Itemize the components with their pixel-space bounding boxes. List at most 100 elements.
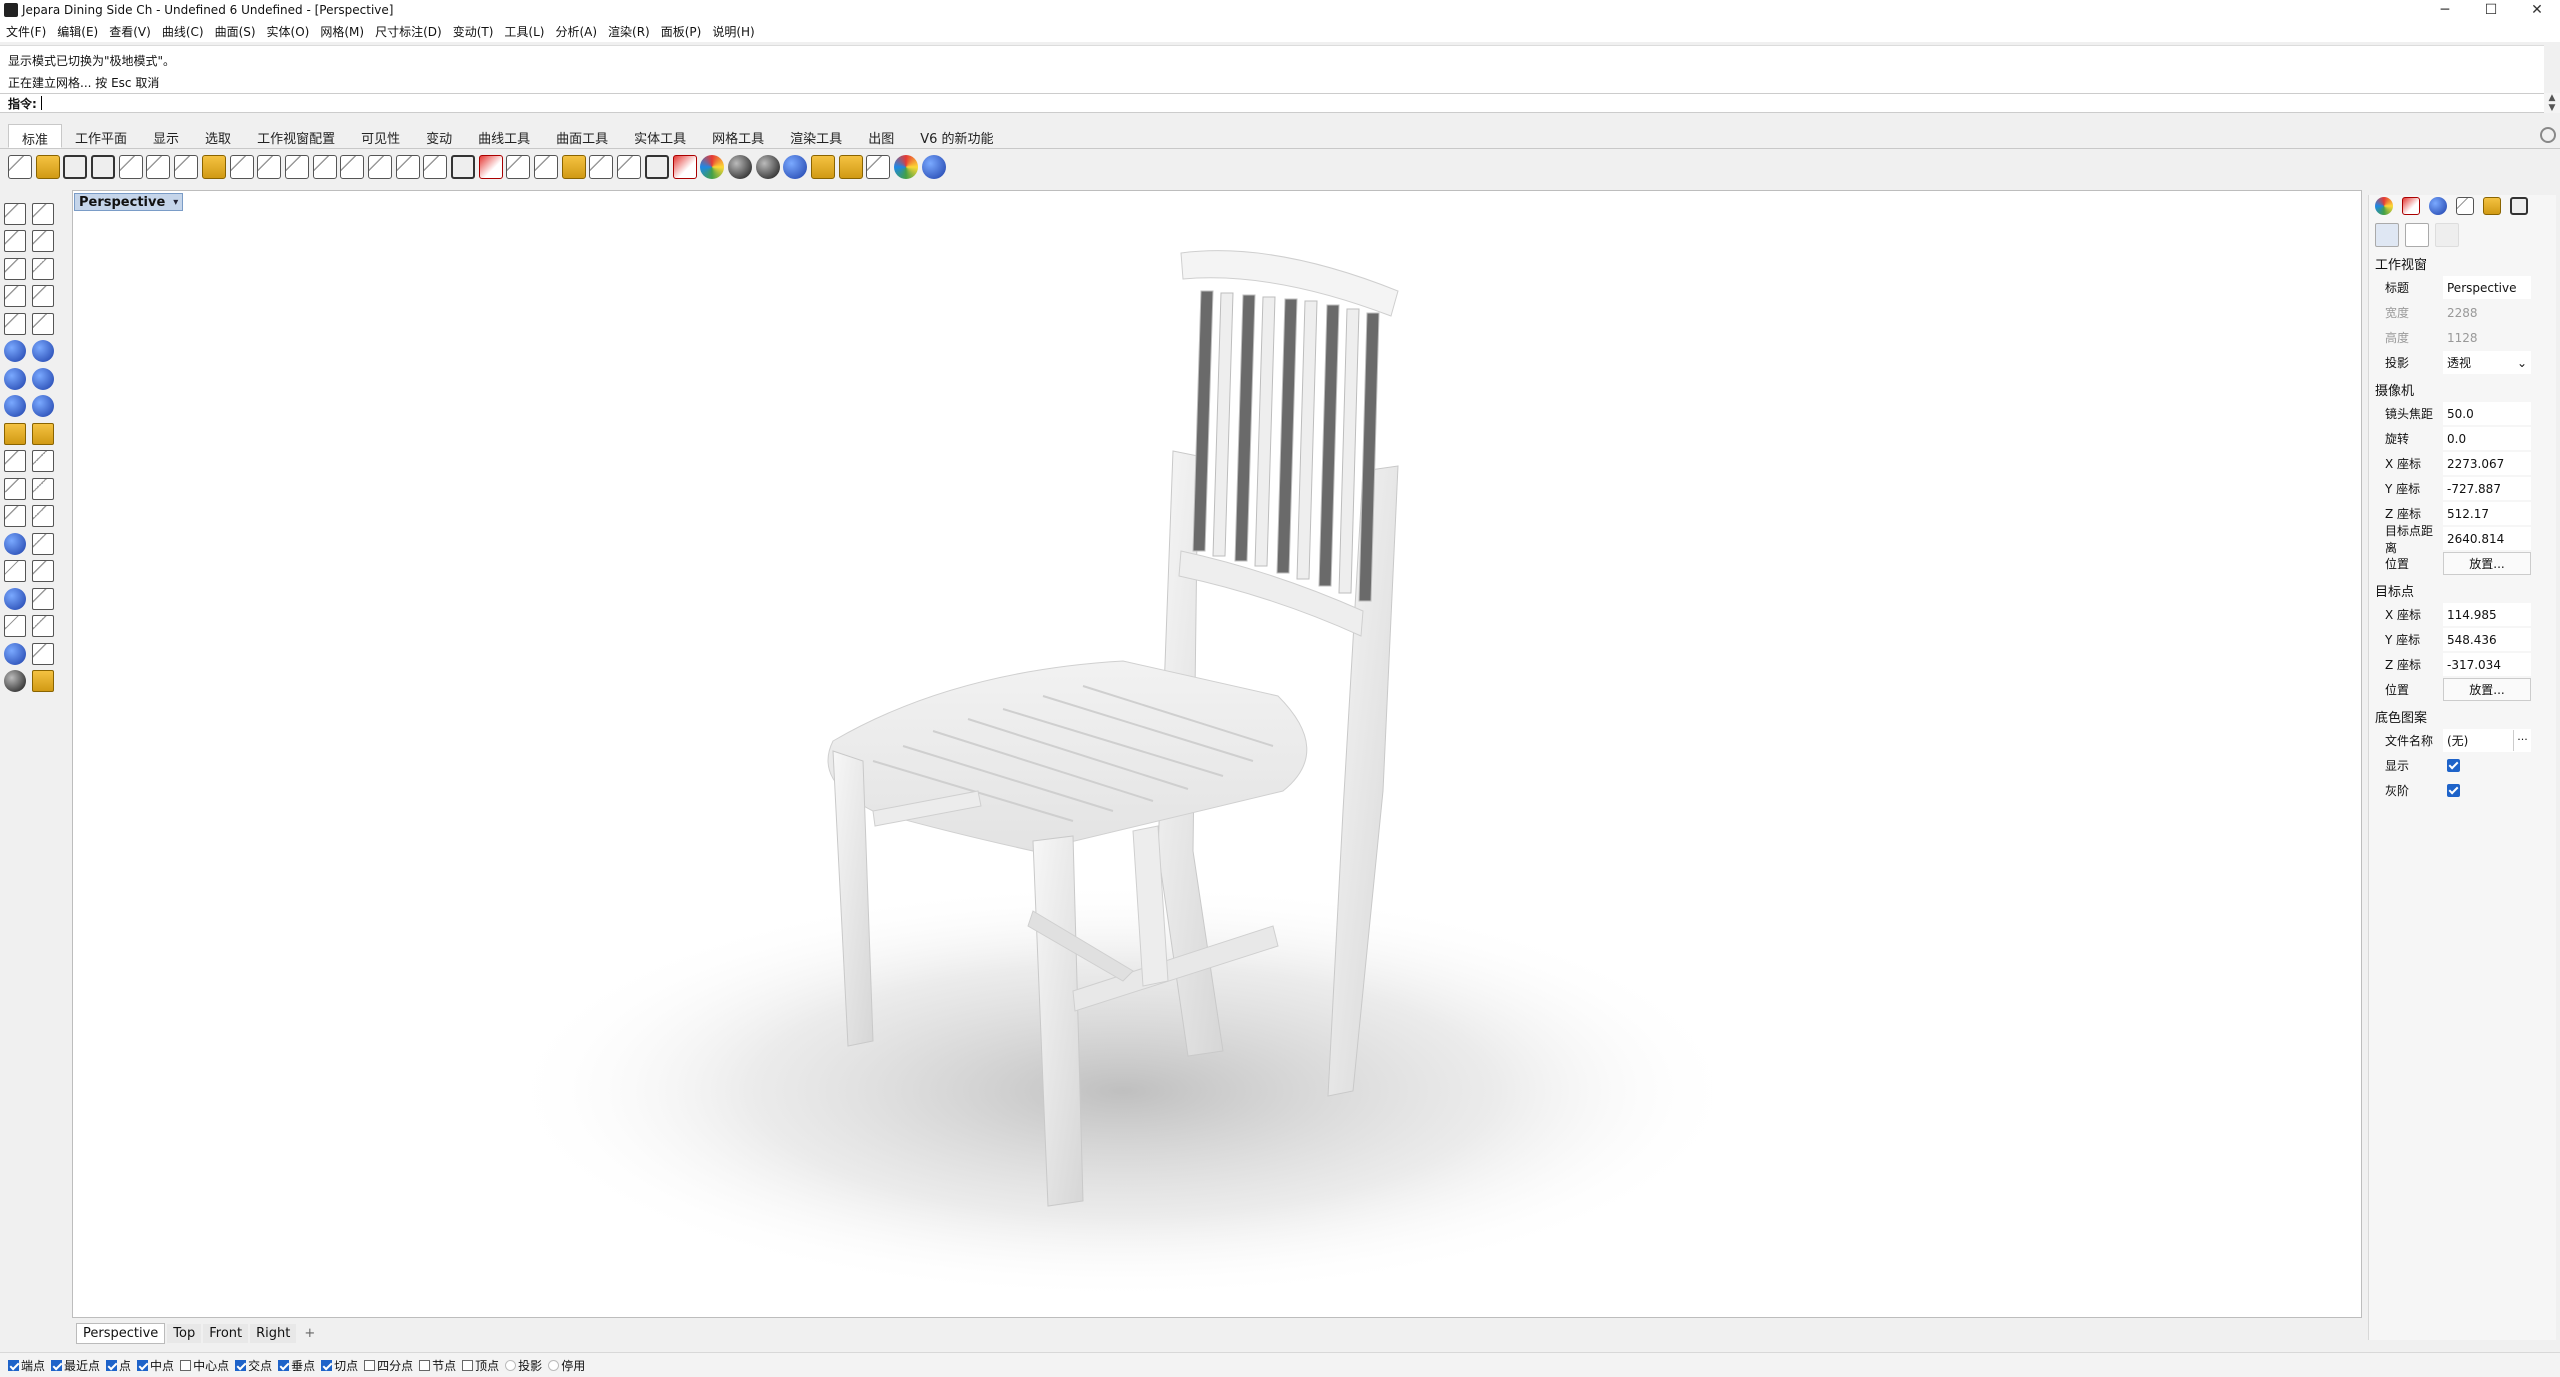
boolean-union-icon[interactable] — [32, 367, 54, 390]
curve-icon[interactable] — [32, 230, 54, 253]
grayscale-checkbox[interactable] — [2447, 784, 2460, 797]
osnap-checkbox[interactable] — [235, 1359, 247, 1371]
osnap-disable[interactable]: 停用 — [548, 1357, 585, 1374]
camera-icon[interactable] — [2375, 223, 2399, 247]
tab-viewport-layout[interactable]: 工作视窗配置 — [244, 124, 348, 148]
polygon-icon[interactable] — [4, 312, 26, 335]
explode-icon[interactable] — [32, 477, 54, 500]
osnap-checkbox[interactable] — [278, 1359, 290, 1371]
add-viewport-icon[interactable]: + — [298, 1326, 321, 1341]
analyze-icon[interactable] — [4, 642, 26, 665]
place-target-button[interactable]: 放置... — [2443, 678, 2531, 701]
cut-icon[interactable] — [146, 155, 171, 179]
mirror-icon[interactable] — [32, 560, 54, 583]
plugin-globe-icon[interactable] — [894, 155, 918, 179]
osnap-radio[interactable] — [548, 1359, 560, 1371]
mesh-icon[interactable] — [4, 422, 26, 445]
loft-icon[interactable] — [32, 340, 54, 363]
osnap-checkbox[interactable] — [137, 1359, 149, 1371]
menu-solid[interactable]: 实体(O) — [267, 23, 310, 40]
tab-curve-tools[interactable]: 曲线工具 — [465, 124, 543, 148]
tab-surface-tools[interactable]: 曲面工具 — [543, 124, 621, 148]
check-icon[interactable] — [32, 642, 54, 665]
target-y-field[interactable]: 548.436 — [2443, 628, 2531, 651]
tab-standard[interactable]: 标准 — [8, 124, 63, 148]
tab-cplanes[interactable]: 工作平面 — [62, 124, 140, 148]
tab-new-in-v6[interactable]: V6 的新功能 — [907, 124, 1006, 148]
undo-icon[interactable] — [229, 155, 254, 179]
perspective-viewport[interactable]: Perspective ▾ — [72, 190, 2362, 1318]
extrude-icon[interactable] — [4, 395, 26, 418]
osnap-mid[interactable]: 中点 — [137, 1357, 174, 1374]
layout-icon[interactable] — [478, 155, 503, 179]
object-properties-icon[interactable] — [506, 155, 531, 179]
maximize-button[interactable]: ☐ — [2468, 0, 2514, 20]
copy-icon[interactable] — [174, 155, 199, 179]
osnap-near[interactable]: 最近点 — [51, 1357, 100, 1374]
target-z-field[interactable]: -317.034 — [2443, 653, 2531, 676]
select-arrow-icon[interactable] — [4, 202, 26, 225]
save-icon[interactable] — [63, 155, 88, 179]
browse-button[interactable]: ... — [2513, 730, 2531, 751]
transform-icon[interactable] — [866, 155, 891, 179]
zoom-window-icon[interactable] — [340, 155, 365, 179]
point-icon[interactable] — [32, 202, 54, 225]
projection-select[interactable]: 透视 ⌄ — [2443, 351, 2531, 374]
chamfer-icon[interactable] — [32, 505, 54, 528]
four-view-icon[interactable] — [451, 155, 475, 179]
sun-icon[interactable] — [589, 155, 614, 179]
command-scroll-arrows[interactable]: ▲ ▼ — [2544, 93, 2560, 113]
display-tab-icon[interactable] — [2510, 197, 2528, 215]
edit-points-icon[interactable] — [32, 422, 54, 445]
polyline-icon[interactable] — [4, 230, 26, 253]
grid-snap-icon[interactable] — [561, 155, 586, 179]
minimize-button[interactable]: ─ — [2422, 0, 2468, 20]
tab-select[interactable]: 选取 — [192, 124, 244, 148]
tab-top[interactable]: Top — [167, 1323, 202, 1343]
menu-curve[interactable]: 曲线(C) — [162, 23, 204, 40]
menu-view[interactable]: 查看(V) — [109, 23, 151, 40]
target-x-field[interactable]: 114.985 — [2443, 603, 2531, 626]
surface-corner-icon[interactable] — [4, 340, 26, 363]
paste-icon[interactable] — [201, 155, 226, 179]
align-icon[interactable] — [32, 615, 54, 638]
layers-tab-icon[interactable] — [2456, 197, 2474, 215]
rectangle-icon[interactable] — [32, 285, 54, 308]
tab-perspective[interactable]: Perspective — [76, 1322, 166, 1344]
tab-transform[interactable]: 变动 — [413, 124, 465, 148]
camera-y-field[interactable]: -727.887 — [2443, 477, 2531, 500]
osnap-checkbox[interactable] — [180, 1359, 192, 1371]
osnap-point[interactable]: 点 — [106, 1357, 131, 1374]
menu-transform[interactable]: 变动(T) — [453, 23, 494, 40]
pan-hand-icon[interactable] — [257, 155, 282, 179]
lens-field[interactable]: 50.0 — [2443, 402, 2531, 425]
menu-file[interactable]: 文件(F) — [6, 23, 46, 40]
show-wallpaper-checkbox[interactable] — [2447, 759, 2460, 772]
split-icon[interactable] — [32, 450, 54, 473]
fillet-curve-icon[interactable] — [32, 312, 54, 335]
group-icon[interactable] — [4, 560, 26, 583]
light-bulb-icon[interactable] — [617, 155, 642, 179]
menu-render[interactable]: 渲染(R) — [608, 23, 650, 40]
osnap-knot[interactable]: 节点 — [419, 1357, 456, 1374]
properties-tab-icon[interactable] — [2375, 197, 2393, 215]
camera-x-field[interactable]: 2273.067 — [2443, 452, 2531, 475]
lock-icon[interactable] — [644, 155, 669, 179]
command-input[interactable] — [40, 96, 2536, 110]
menu-surface[interactable]: 曲面(S) — [215, 23, 256, 40]
osnap-checkbox[interactable] — [462, 1359, 474, 1371]
wallpaper-file-field[interactable]: (无)... — [2443, 729, 2531, 752]
menu-panels[interactable]: 面板(P) — [661, 23, 702, 40]
box-icon[interactable] — [4, 367, 26, 390]
tab-mesh-tools[interactable]: 网格工具 — [699, 124, 777, 148]
settings-tool-icon[interactable] — [2435, 223, 2459, 247]
arc-icon[interactable] — [4, 285, 26, 308]
render-sphere-icon[interactable] — [727, 155, 752, 179]
circle-icon[interactable] — [4, 257, 26, 280]
array-icon[interactable] — [4, 615, 26, 638]
color-wheel-icon[interactable] — [700, 155, 725, 179]
zoom-extents-icon[interactable] — [367, 155, 392, 179]
osnap-checkbox[interactable] — [8, 1359, 19, 1371]
osnap-project[interactable]: 投影 — [505, 1357, 542, 1374]
title-field[interactable]: Perspective — [2443, 276, 2531, 299]
